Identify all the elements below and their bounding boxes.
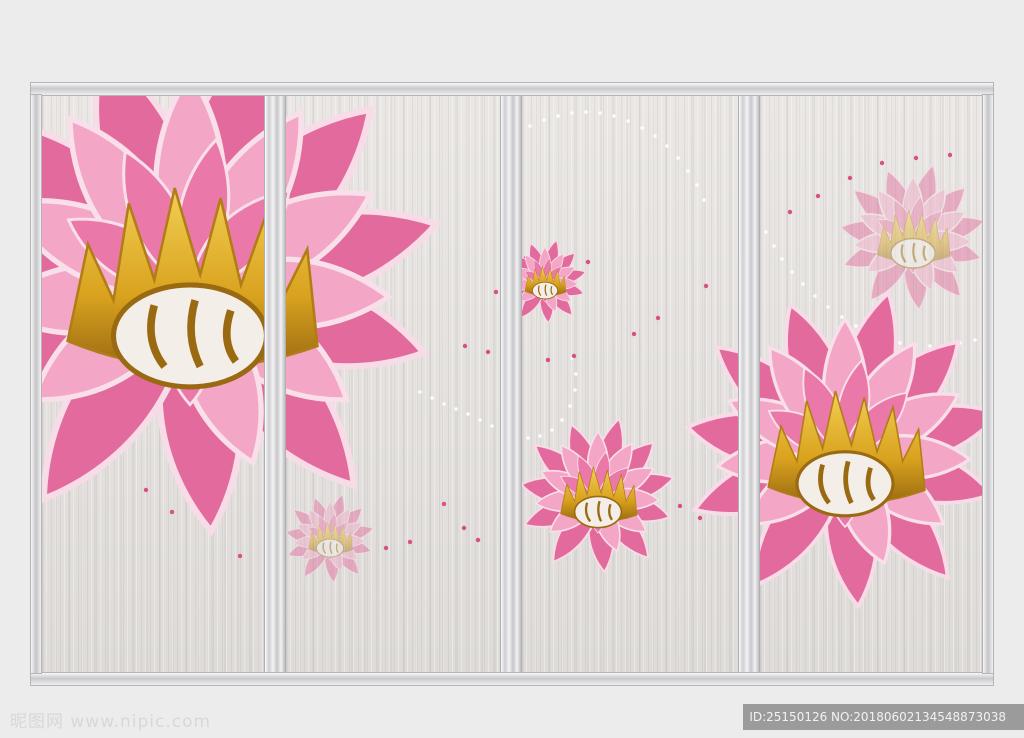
panel-4 <box>760 96 982 672</box>
panel-1 <box>42 96 264 672</box>
panel-2 <box>286 96 500 672</box>
panel-3 <box>522 96 738 672</box>
frame-right-rail <box>982 94 994 674</box>
frame-top-rail <box>30 82 994 96</box>
watermark-site: 昵图网 www.nipic.com <box>10 712 212 732</box>
watermark-id: ID:25150126 NO:20180602134548873038 <box>743 704 1024 730</box>
frame-divider-3 <box>738 94 760 674</box>
lotus-mural-image: 昵图网 www.nipic.com ID:25150126 NO:2018060… <box>0 0 1024 738</box>
frame-divider-2 <box>500 94 522 674</box>
frame-bottom-rail <box>30 672 994 686</box>
frame-divider-1 <box>264 94 286 674</box>
frame-left-rail <box>30 94 42 674</box>
